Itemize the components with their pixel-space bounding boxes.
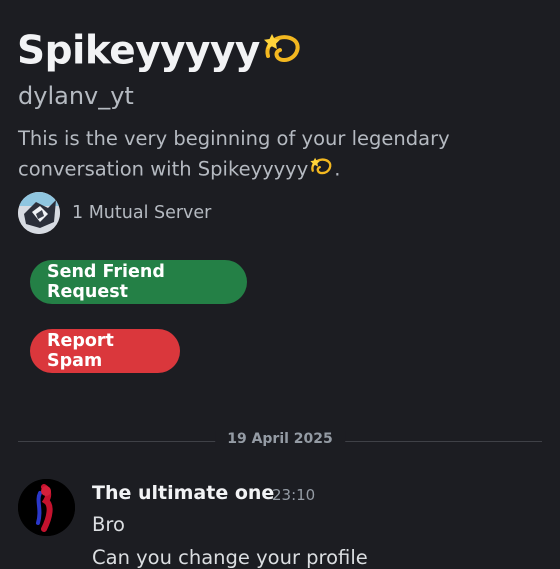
dizzy-icon — [308, 153, 334, 187]
display-name-text: Spikeyyyyy — [17, 28, 260, 74]
dizzy-icon — [260, 26, 304, 80]
profile-display-name: Spikeyyyyy — [17, 26, 304, 80]
mutual-server-label: 1 Mutual Server — [72, 203, 212, 223]
avatar[interactable] — [18, 479, 75, 536]
message-text: Bro — [92, 513, 125, 536]
conversation-intro: This is the very beginning of your legen… — [18, 124, 488, 187]
date-divider-label: 19 April 2025 — [215, 431, 345, 447]
intro-name: Spikeyyyyy — [197, 157, 309, 181]
report-spam-button[interactable]: Report Spam — [30, 329, 180, 373]
message-timestamp: 23:10 — [272, 486, 316, 504]
message-author[interactable]: The ultimate one — [92, 482, 274, 504]
send-friend-request-button[interactable]: Send Friend Request — [30, 260, 247, 304]
message-text: Can you change your profile — [92, 546, 368, 569]
intro-suffix: . — [334, 157, 341, 181]
profile-username: dylanv_yt — [18, 82, 134, 110]
mutual-servers[interactable]: 1 Mutual Server — [18, 192, 211, 234]
server-icon — [18, 192, 60, 234]
